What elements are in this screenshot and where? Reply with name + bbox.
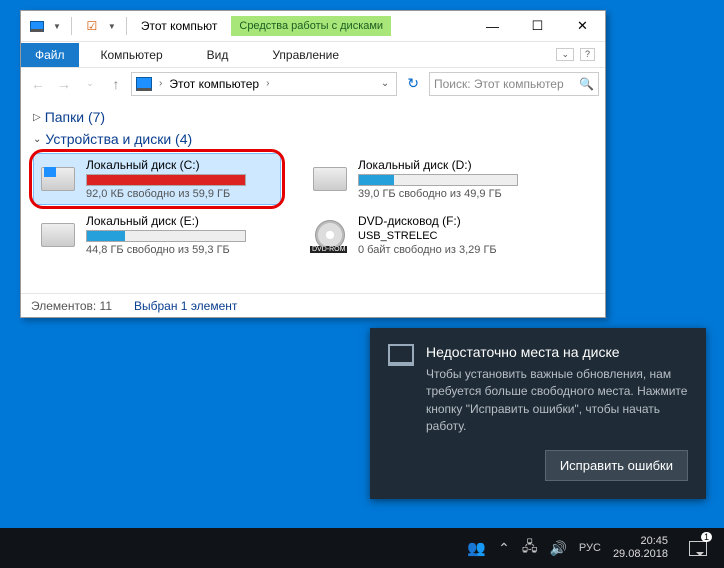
drive-name: Локальный диск (C:) <box>86 158 276 172</box>
drive-name: DVD-дисковод (F:) <box>358 214 548 228</box>
computer-icon <box>388 344 414 366</box>
search-input[interactable]: Поиск: Этот компьютер 🔍 <box>429 72 599 96</box>
drive-e[interactable]: Локальный диск (E:) 44,8 ГБ свободно из … <box>33 209 281 261</box>
network-icon[interactable]: 🖧 <box>522 536 538 560</box>
low-disk-toast: Недостаточно места на диске Чтобы устано… <box>370 328 706 499</box>
nav-forward-button[interactable]: → <box>53 73 75 95</box>
nav-recent-button[interactable]: ⌄ <box>79 73 101 95</box>
clock[interactable]: 20:45 29.08.2018 <box>613 535 668 561</box>
nav-back-button[interactable]: ← <box>27 73 49 95</box>
capacity-bar <box>86 230 246 242</box>
quick-access-toolbar: ▼ ☑ ▼ <box>21 16 137 36</box>
chevron-down-icon: ⌄ <box>33 134 41 145</box>
separator <box>126 17 127 35</box>
toast-title: Недостаточно места на диске <box>426 344 688 360</box>
devices-section-header[interactable]: ⌄ Устройства и диски (4) <box>33 131 593 147</box>
manage-menu[interactable]: Управление <box>250 43 361 67</box>
capacity-bar <box>86 174 246 186</box>
file-menu[interactable]: Файл <box>21 43 79 67</box>
drive-free-text: 0 байт свободно из 3,29 ГБ <box>358 244 548 256</box>
breadcrumb-item[interactable]: Этот компьютер <box>169 77 259 91</box>
disk-icon <box>310 161 350 197</box>
drive-f[interactable]: DVD-ROM DVD-дисковод (F:) USB_STRELEC 0 … <box>305 209 553 261</box>
separator <box>71 17 72 35</box>
drive-free-text: 44,8 ГБ свободно из 59,3 ГБ <box>86 244 276 256</box>
capacity-bar <box>358 174 518 186</box>
search-placeholder: Поиск: Этот компьютер <box>434 77 564 91</box>
folders-label: Папки (7) <box>45 109 105 125</box>
action-center-button[interactable]: 1 <box>680 528 716 568</box>
drive-d[interactable]: Локальный диск (D:) 39,0 ГБ свободно из … <box>305 153 553 205</box>
address-dropdown-icon[interactable]: ⌄ <box>378 78 392 89</box>
clock-date: 29.08.2018 <box>613 548 668 561</box>
window-buttons: — ☐ ✕ <box>470 11 605 41</box>
drive-c[interactable]: Локальный диск (C:) 92,0 КБ свободно из … <box>33 153 281 205</box>
devices-label: Устройства и диски (4) <box>45 131 192 147</box>
address-bar-row: ← → ⌄ ↑ › Этот компьютер › ⌄ ↻ Поиск: Эт… <box>21 67 605 99</box>
close-button[interactable]: ✕ <box>560 11 605 41</box>
content-area: ▷ Папки (7) ⌄ Устройства и диски (4) Лок… <box>21 99 605 293</box>
qat-dropdown-icon[interactable]: ▼ <box>108 22 116 31</box>
chevron-right-icon[interactable]: › <box>263 78 272 89</box>
titlebar[interactable]: ▼ ☑ ▼ Этот компьют Средства работы с дис… <box>21 11 605 41</box>
disk-icon <box>38 217 78 253</box>
notification-icon <box>689 541 707 556</box>
status-selected: Выбран 1 элемент <box>134 299 237 313</box>
drive-free-text: 92,0 КБ свободно из 59,9 ГБ <box>86 188 276 200</box>
minimize-button[interactable]: — <box>470 11 515 41</box>
computer-icon <box>27 16 47 36</box>
explorer-window: ▼ ☑ ▼ Этот компьют Средства работы с дис… <box>20 10 606 318</box>
drives-grid: Локальный диск (C:) 92,0 КБ свободно из … <box>33 153 593 261</box>
chevron-right-icon[interactable]: › <box>156 78 165 89</box>
drive-name: Локальный диск (E:) <box>86 214 276 228</box>
system-tray: 👥 ⌃ 🖧 🔊 РУС 20:45 29.08.2018 1 <box>459 528 724 568</box>
notification-badge: 1 <box>701 532 712 542</box>
view-menu[interactable]: Вид <box>185 43 251 67</box>
ribbon-toggle[interactable]: ⌄? <box>556 48 605 61</box>
tray-chevron-up-icon[interactable]: ⌃ <box>498 540 510 557</box>
volume-icon[interactable]: 🔊 <box>549 540 566 557</box>
computer-menu[interactable]: Компьютер <box>79 43 185 67</box>
properties-checkbox-icon[interactable]: ☑ <box>82 16 102 36</box>
nav-up-button[interactable]: ↑ <box>105 73 127 95</box>
search-icon: 🔍 <box>579 77 594 91</box>
refresh-button[interactable]: ↻ <box>401 75 425 92</box>
drive-name: Локальный диск (D:) <box>358 158 548 172</box>
qat-dropdown-icon[interactable]: ▼ <box>53 22 61 31</box>
window-title: Этот компьют <box>137 19 218 33</box>
folders-section-header[interactable]: ▷ Папки (7) <box>33 109 593 125</box>
taskbar[interactable]: 👥 ⌃ 🖧 🔊 РУС 20:45 29.08.2018 1 <box>0 528 724 568</box>
drive-free-text: 39,0 ГБ свободно из 49,9 ГБ <box>358 188 548 200</box>
address-bar[interactable]: › Этот компьютер › ⌄ <box>131 72 397 96</box>
people-icon[interactable]: 👥 <box>467 539 486 557</box>
disk-icon <box>38 161 78 197</box>
chevron-right-icon: ▷ <box>33 112 41 123</box>
language-indicator[interactable]: РУС <box>579 542 601 554</box>
clock-time: 20:45 <box>613 535 668 548</box>
computer-icon <box>136 77 152 91</box>
status-bar: Элементов: 11 Выбран 1 элемент <box>21 293 605 317</box>
toast-body: Чтобы установить важные обновления, нам … <box>426 366 688 436</box>
maximize-button[interactable]: ☐ <box>515 11 560 41</box>
fix-errors-button[interactable]: Исправить ошибки <box>545 450 688 481</box>
dvd-icon: DVD-ROM <box>310 217 350 253</box>
ribbon-context-tab[interactable]: Средства работы с дисками <box>231 16 391 36</box>
status-elements: Элементов: 11 <box>31 299 112 313</box>
drive-sublabel: USB_STRELEC <box>358 230 548 242</box>
menubar: Файл Компьютер Вид Управление ⌄? <box>21 41 605 67</box>
